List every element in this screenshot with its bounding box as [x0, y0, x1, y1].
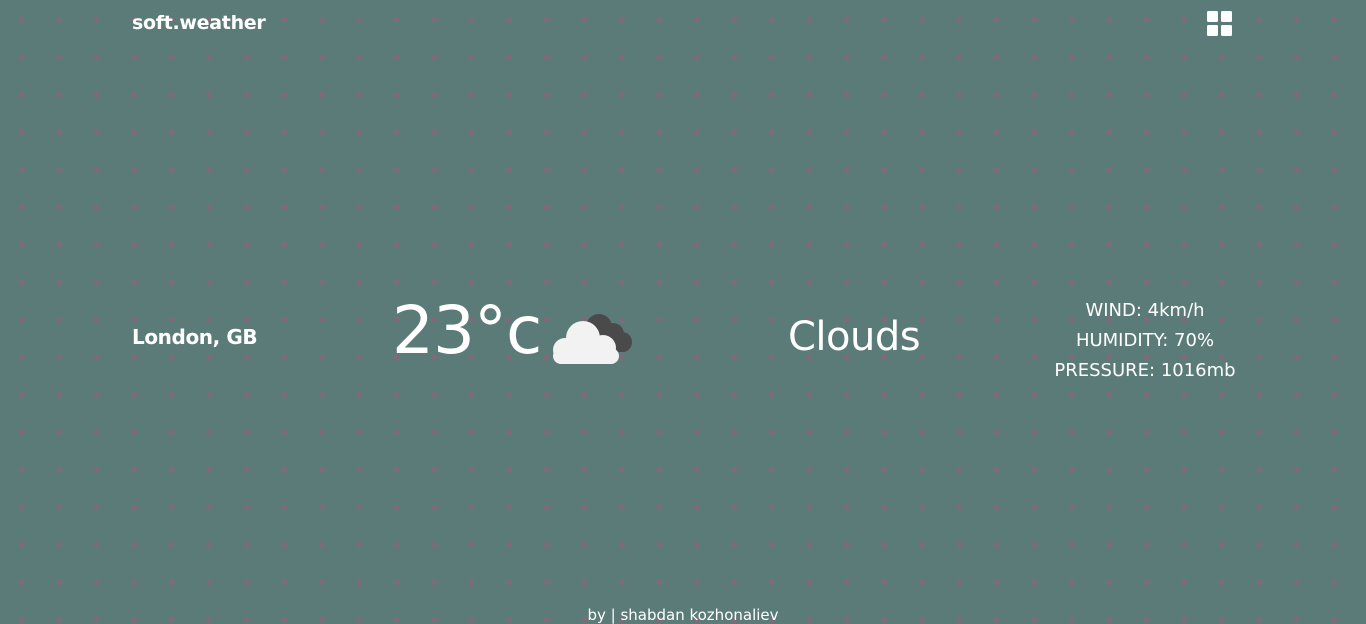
humidity-stat: HUMIDITY: 70% [1075, 330, 1215, 351]
grid-cell [1207, 11, 1218, 22]
grid-menu-icon[interactable] [1207, 11, 1232, 36]
location-label: London, GB [132, 325, 258, 349]
pressure-stat: PRESSURE: 1016mb [1054, 360, 1236, 381]
temperature-value: 23°c [392, 292, 542, 369]
weather-stats: WIND: 4km/h HUMIDITY: 70% PRESSURE: 1016… [1040, 296, 1250, 386]
grid-cell [1221, 11, 1232, 22]
weather-condition: Clouds [788, 314, 921, 360]
grid-cell [1221, 25, 1232, 36]
footer-credit: by | shabdan kozhonaliev [587, 606, 779, 624]
wind-stat: WIND: 4km/h [1085, 300, 1205, 321]
cloud-icon [553, 314, 632, 364]
brand-logo-text[interactable]: soft.weather [132, 12, 266, 34]
grid-cell [1207, 25, 1218, 36]
